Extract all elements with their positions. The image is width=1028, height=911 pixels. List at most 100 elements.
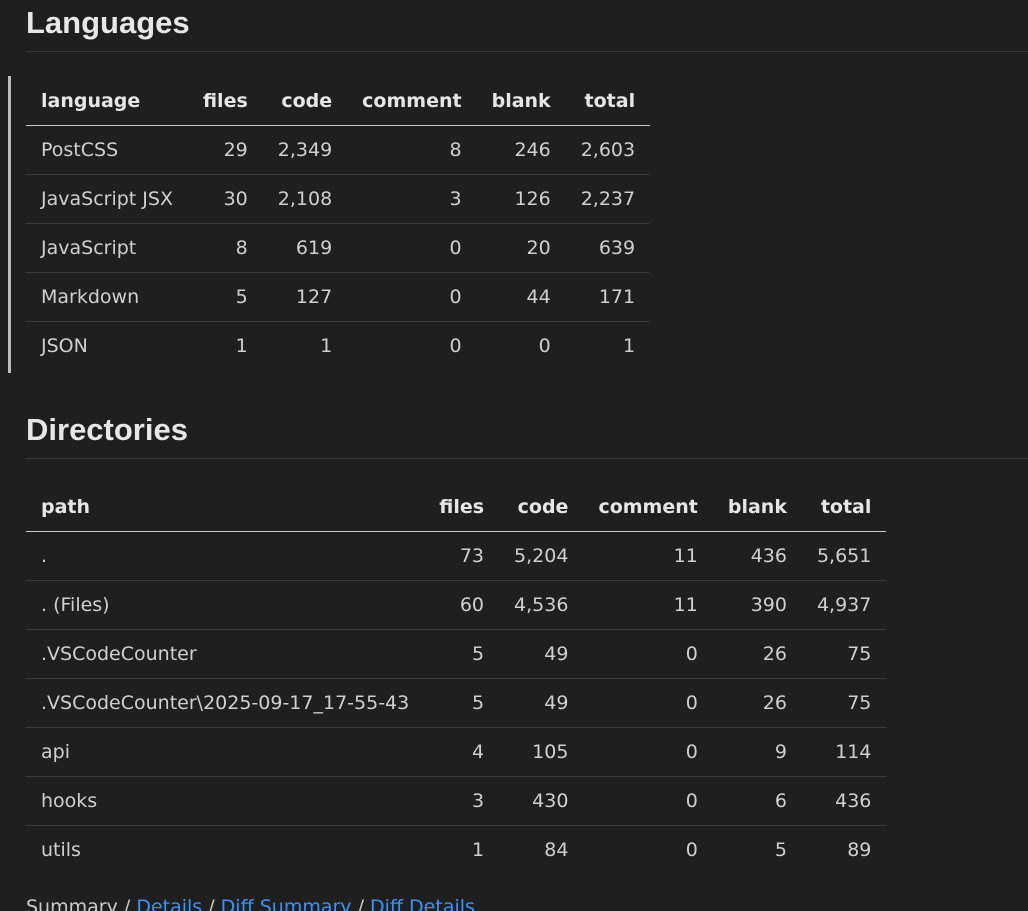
path-cell: .VSCodeCounter bbox=[26, 629, 425, 679]
path-cell: . (Files) bbox=[26, 580, 425, 630]
blank-cell: 26 bbox=[712, 629, 802, 679]
language-cell: PostCSS bbox=[26, 125, 188, 175]
blank-cell: 390 bbox=[712, 580, 802, 630]
total-cell: 2,237 bbox=[565, 174, 651, 224]
code-cell: 2,349 bbox=[262, 125, 348, 175]
code-cell: 49 bbox=[499, 629, 584, 679]
scroll-indicator[interactable] bbox=[8, 76, 11, 373]
total-cell: 89 bbox=[847, 839, 872, 861]
blank-cell: 246 bbox=[476, 125, 566, 175]
total-cell: 75 bbox=[801, 678, 887, 728]
files-cell: 60 bbox=[424, 580, 500, 630]
blank-cell: 20 bbox=[476, 223, 566, 273]
code-cell: 105 bbox=[499, 727, 584, 777]
code-cell: 1 bbox=[320, 335, 333, 357]
column-header-total: total bbox=[801, 483, 887, 532]
column-header-code: code bbox=[262, 77, 348, 126]
code-cell: 84 bbox=[544, 839, 569, 861]
comment-cell: 0 bbox=[449, 335, 462, 357]
comment-cell: 11 bbox=[583, 580, 713, 630]
files-cell: 3 bbox=[424, 776, 500, 826]
comment-cell: 11 bbox=[583, 531, 713, 581]
language-cell: JavaScript bbox=[26, 223, 188, 273]
diff-summary-link[interactable]: Diff Summary bbox=[221, 896, 352, 911]
comment-cell: 0 bbox=[347, 272, 477, 322]
total-cell: 4,937 bbox=[801, 580, 887, 630]
comment-cell: 0 bbox=[583, 776, 713, 826]
code-cell: 5,204 bbox=[499, 531, 584, 581]
total-cell: 639 bbox=[565, 223, 651, 273]
table-row: JavaScript 8 619 0 20 639 bbox=[26, 223, 651, 273]
blank-cell: 0 bbox=[538, 335, 551, 357]
table-row: . (Files) 60 4,536 11 390 4,937 bbox=[26, 580, 887, 630]
total-cell: 1 bbox=[623, 335, 636, 357]
table-row: .VSCodeCounter\2025-09-17_17-55-43 5 49 … bbox=[26, 678, 887, 728]
comment-cell: 0 bbox=[347, 223, 477, 273]
code-cell: 430 bbox=[499, 776, 584, 826]
table-header-row: language files code comment blank total bbox=[26, 77, 651, 126]
nav-separator: / bbox=[351, 896, 371, 911]
blank-cell: 6 bbox=[712, 776, 802, 826]
nav-separator: / bbox=[117, 896, 137, 911]
table-header-row: path files code comment blank total bbox=[26, 483, 887, 532]
blank-cell: 26 bbox=[712, 678, 802, 728]
table-row: .VSCodeCounter 5 49 0 26 75 bbox=[26, 629, 887, 679]
table-row: utils 1 84 0 5 89 bbox=[26, 826, 886, 875]
column-header-language: language bbox=[26, 77, 188, 126]
nav-separator: / bbox=[202, 896, 221, 911]
column-header-total: total bbox=[565, 77, 651, 126]
blank-cell: 5 bbox=[774, 839, 787, 861]
column-header-comment: comment bbox=[347, 77, 477, 126]
comment-cell: 0 bbox=[583, 678, 713, 728]
languages-heading-rule bbox=[26, 51, 1028, 52]
code-cell: 49 bbox=[499, 678, 584, 728]
blank-cell: 126 bbox=[476, 174, 566, 224]
table-row: . 73 5,204 11 436 5,651 bbox=[26, 531, 887, 581]
path-cell: utils bbox=[41, 839, 81, 861]
files-cell: 4 bbox=[424, 727, 500, 777]
total-cell: 114 bbox=[801, 727, 887, 777]
files-cell: 1 bbox=[471, 839, 485, 861]
table-row: JSON 1 1 0 0 1 bbox=[26, 322, 650, 371]
blank-cell: 44 bbox=[476, 272, 566, 322]
report-nav: Summary / Details / Diff Summary / Diff … bbox=[26, 896, 475, 911]
diff-details-link[interactable]: Diff Details bbox=[370, 896, 475, 911]
path-cell: .VSCodeCounter\2025-09-17_17-55-43 bbox=[26, 678, 425, 728]
code-cell: 619 bbox=[262, 223, 348, 273]
files-cell: 30 bbox=[187, 174, 263, 224]
code-cell: 2,108 bbox=[262, 174, 348, 224]
directories-heading-rule bbox=[26, 458, 1028, 459]
comment-cell: 3 bbox=[347, 174, 477, 224]
blank-cell: 9 bbox=[712, 727, 802, 777]
directories-table: path files code comment blank total . 73… bbox=[26, 483, 887, 875]
details-link[interactable]: Details bbox=[136, 896, 202, 911]
files-cell: 1 bbox=[235, 335, 248, 357]
language-cell: JSON bbox=[41, 335, 88, 357]
total-cell: 2,603 bbox=[565, 125, 651, 175]
comment-cell: 0 bbox=[685, 839, 698, 861]
code-cell: 4,536 bbox=[499, 580, 584, 630]
total-cell: 436 bbox=[801, 776, 887, 826]
column-header-blank: blank bbox=[712, 483, 802, 532]
comment-cell: 0 bbox=[583, 629, 713, 679]
column-header-files: files bbox=[424, 483, 500, 532]
languages-table: language files code comment blank total … bbox=[26, 77, 651, 371]
directories-heading: Directories bbox=[26, 412, 188, 447]
files-cell: 5 bbox=[424, 678, 500, 728]
column-header-comment: comment bbox=[583, 483, 713, 532]
summary-label: Summary bbox=[26, 896, 118, 911]
language-cell: Markdown bbox=[26, 272, 188, 322]
column-header-path: path bbox=[26, 483, 425, 532]
total-cell: 171 bbox=[565, 272, 651, 322]
files-cell: 8 bbox=[187, 223, 263, 273]
column-header-files: files bbox=[187, 77, 263, 126]
table-row: Markdown 5 127 0 44 171 bbox=[26, 272, 651, 322]
files-cell: 73 bbox=[424, 531, 500, 581]
total-cell: 75 bbox=[801, 629, 887, 679]
code-cell: 127 bbox=[262, 272, 348, 322]
files-cell: 5 bbox=[187, 272, 263, 322]
blank-cell: 436 bbox=[712, 531, 802, 581]
column-header-code: code bbox=[499, 483, 584, 532]
path-cell: . bbox=[26, 531, 425, 581]
column-header-blank: blank bbox=[476, 77, 566, 126]
